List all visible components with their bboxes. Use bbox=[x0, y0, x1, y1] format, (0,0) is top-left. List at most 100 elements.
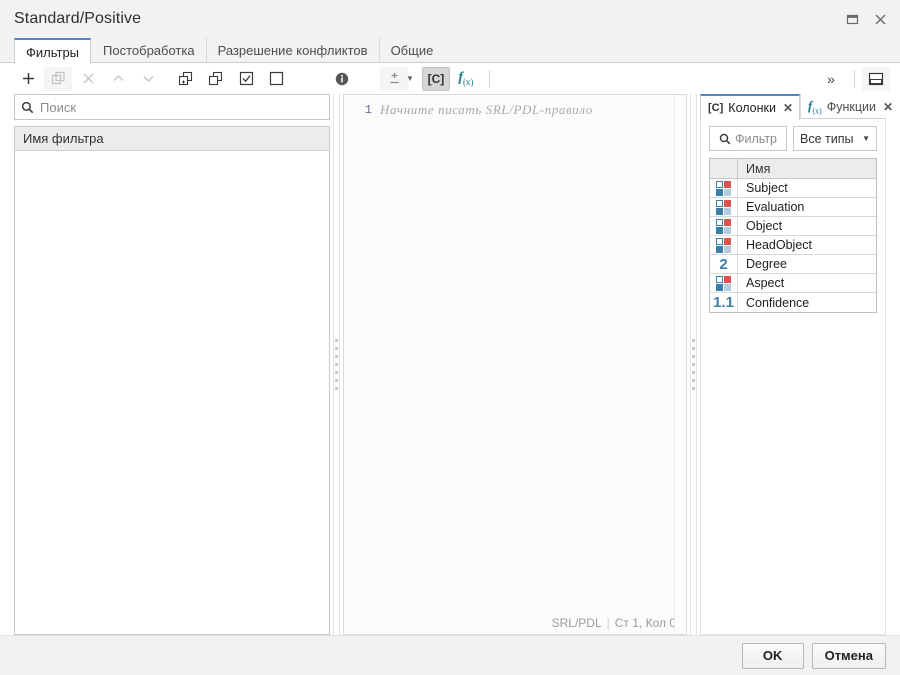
split-area: Поиск Имя фильтра 1 Начните писать SRL/P… bbox=[0, 94, 900, 635]
column-name: HeadObject bbox=[746, 238, 813, 252]
delete-button[interactable] bbox=[74, 67, 102, 91]
columns-filter-input[interactable]: Фильтр bbox=[709, 126, 787, 151]
titlebar: Standard/Positive bbox=[0, 0, 900, 38]
dialog-window: Standard/Positive Фильтры Постобработка … bbox=[0, 0, 900, 675]
column-name: Subject bbox=[746, 181, 788, 195]
table-row[interactable]: Evaluation bbox=[710, 198, 876, 217]
filters-list-panel: Имя фильтра bbox=[14, 126, 330, 635]
tab-columns[interactable]: [C] Колонки ✕ bbox=[700, 94, 801, 120]
tab-functions-close-icon[interactable]: ✕ bbox=[883, 100, 893, 114]
column-name: Degree bbox=[746, 257, 787, 271]
tab-conflict-resolution[interactable]: Разрешение конфликтов bbox=[205, 38, 379, 63]
columns-filter-row: Фильтр Все типы ▼ bbox=[701, 126, 885, 158]
string-column-icon bbox=[710, 236, 738, 254]
fx-icon: f(x) bbox=[808, 97, 822, 116]
columns-toggle-button[interactable]: [C] bbox=[421, 66, 450, 91]
functions-toggle-button[interactable]: f(x) bbox=[452, 67, 480, 91]
overflow-button[interactable]: » bbox=[817, 67, 845, 91]
main-tabstrip: Фильтры Постобработка Разрешение конфлик… bbox=[0, 38, 900, 64]
rule-editor-pane[interactable]: 1 Начните писать SRL/PDL-правило SRL/PDL… bbox=[343, 94, 687, 635]
cancel-button[interactable]: Отмена bbox=[811, 642, 886, 669]
uncheck-all-button[interactable] bbox=[262, 67, 290, 91]
decimal-column-icon: 1.1 bbox=[710, 293, 738, 312]
tab-columns-close-icon[interactable]: ✕ bbox=[783, 101, 793, 115]
tab-general-label: Общие bbox=[390, 43, 434, 58]
splitter-grip bbox=[335, 338, 338, 391]
editor-language-label: SRL/PDL bbox=[551, 616, 602, 630]
toolbar-divider-2 bbox=[854, 69, 855, 88]
filters-pane: Поиск Имя фильтра bbox=[0, 94, 330, 635]
tab-general[interactable]: Общие bbox=[378, 38, 445, 63]
editor-placeholder: Начните писать SRL/PDL-правило bbox=[380, 102, 593, 117]
filters-list-body[interactable] bbox=[15, 151, 329, 634]
search-icon bbox=[21, 101, 34, 113]
editor-line-number: 1 bbox=[364, 103, 372, 117]
restore-button[interactable] bbox=[838, 6, 866, 32]
chevron-down-icon: ▼ bbox=[862, 134, 870, 143]
column-name: Aspect bbox=[746, 276, 785, 290]
plus-minus-dropdown-caret[interactable]: ▼ bbox=[406, 74, 414, 83]
column-name: Evaluation bbox=[746, 200, 805, 214]
tab-filters[interactable]: Фильтры bbox=[14, 38, 92, 64]
filters-list-header[interactable]: Имя фильтра bbox=[15, 127, 329, 151]
splitter-right[interactable] bbox=[687, 94, 700, 635]
collapse-all-button[interactable] bbox=[202, 67, 230, 91]
side-panel: [C] Колонки ✕ f(x) Функции ✕ Фильтр Все … bbox=[700, 94, 900, 635]
tab-filters-label: Фильтры bbox=[26, 44, 80, 60]
columns-panel-body: Фильтр Все типы ▼ Имя Subject Evaluation… bbox=[700, 119, 886, 635]
tab-functions-label: Функции bbox=[826, 99, 876, 114]
search-placeholder: Поиск bbox=[40, 99, 77, 115]
plus-minus-button[interactable] bbox=[380, 66, 408, 91]
column-name: Object bbox=[746, 219, 783, 233]
column-header-icon bbox=[710, 159, 738, 178]
columns-table: Имя Subject Evaluation Object HeadObject… bbox=[709, 158, 877, 313]
table-row[interactable]: Object bbox=[710, 217, 876, 236]
dialog-footer: OK Отмена bbox=[0, 635, 900, 675]
string-column-icon bbox=[710, 274, 738, 292]
column-header-filter-name: Имя фильтра bbox=[23, 131, 104, 146]
double-chevron-right-icon: » bbox=[827, 70, 835, 87]
expand-all-button[interactable] bbox=[172, 67, 200, 91]
info-button[interactable] bbox=[328, 67, 356, 91]
columns-table-header: Имя bbox=[710, 159, 876, 179]
string-column-icon bbox=[710, 217, 738, 235]
brackets-c-icon: [C] bbox=[708, 102, 724, 114]
window-title: Standard/Positive bbox=[14, 10, 142, 27]
table-row[interactable]: HeadObject bbox=[710, 236, 876, 255]
decimal-glyph: 1.1 bbox=[713, 294, 734, 311]
tab-functions[interactable]: f(x) Функции ✕ bbox=[800, 94, 899, 119]
string-column-icon bbox=[710, 179, 738, 197]
editor-text-area[interactable] bbox=[344, 119, 686, 612]
table-row[interactable]: Subject bbox=[710, 179, 876, 198]
check-all-button[interactable] bbox=[232, 67, 260, 91]
search-input[interactable]: Поиск bbox=[14, 94, 330, 120]
type-filter-select[interactable]: Все типы ▼ bbox=[793, 126, 877, 151]
tab-postprocessing[interactable]: Постобработка bbox=[91, 38, 206, 63]
columns-toggle-label: [C] bbox=[427, 71, 445, 86]
side-panel-tabstrip: [C] Колонки ✕ f(x) Функции ✕ bbox=[700, 94, 893, 120]
editor-first-line: 1 Начните писать SRL/PDL-правило bbox=[344, 95, 686, 119]
tab-columns-label: Колонки bbox=[728, 101, 776, 115]
string-column-icon bbox=[710, 198, 738, 216]
column-header-name: Имя bbox=[746, 161, 771, 176]
toolbar-divider bbox=[488, 69, 490, 88]
tab-conflict-resolution-label: Разрешение конфликтов bbox=[217, 43, 368, 58]
editor-caret-position: Ст 1, Кол 0 bbox=[614, 616, 676, 630]
move-up-button[interactable] bbox=[104, 67, 132, 91]
add-button[interactable] bbox=[14, 67, 42, 91]
integer-glyph: 2 bbox=[719, 255, 728, 273]
table-row[interactable]: 1.1 Confidence bbox=[710, 293, 876, 312]
duplicate-button[interactable] bbox=[44, 66, 72, 91]
splitter-grip-2 bbox=[692, 338, 695, 391]
toggle-panel-button[interactable] bbox=[862, 66, 890, 91]
status-divider: | bbox=[606, 616, 610, 630]
splitter-left[interactable] bbox=[330, 94, 343, 635]
move-down-button[interactable] bbox=[134, 67, 162, 91]
table-row[interactable]: Aspect bbox=[710, 274, 876, 293]
ok-button[interactable]: OK bbox=[741, 642, 804, 669]
editor-vertical-scrollbar[interactable] bbox=[674, 95, 686, 634]
editor-status-bar: SRL/PDL | Ст 1, Кол 0 bbox=[344, 612, 686, 634]
table-row[interactable]: 2 Degree bbox=[710, 255, 876, 274]
toolbar: ▼ [C] f(x) » bbox=[0, 63, 900, 94]
close-button[interactable] bbox=[866, 6, 894, 32]
